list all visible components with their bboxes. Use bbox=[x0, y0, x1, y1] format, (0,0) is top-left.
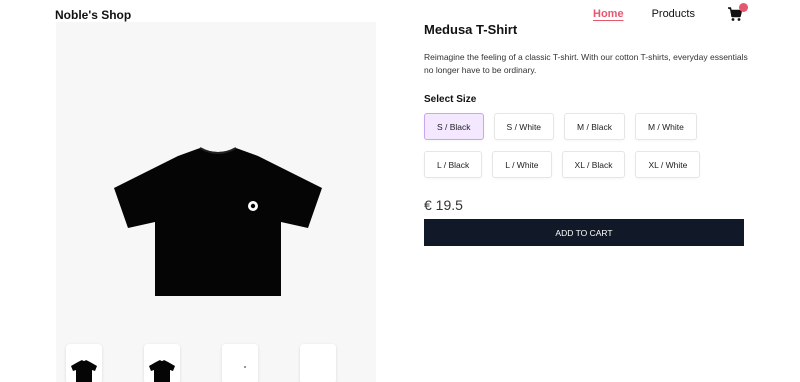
size-option-l-white[interactable]: L / White bbox=[492, 151, 552, 178]
thumbnail-black-front[interactable] bbox=[66, 344, 102, 382]
product-description: Reimagine the feeling of a classic T-shi… bbox=[424, 52, 748, 75]
brand-logo[interactable]: Noble's Shop bbox=[55, 8, 131, 22]
product-details: Medusa T-Shirt Reimagine the feeling of … bbox=[424, 22, 748, 246]
thumbnail-strip bbox=[66, 344, 378, 382]
logo-dot-icon bbox=[244, 366, 246, 368]
size-options: S / Black S / White M / Black M / White … bbox=[424, 113, 754, 189]
select-size-label: Select Size bbox=[424, 94, 477, 105]
size-option-m-black[interactable]: M / Black bbox=[564, 113, 625, 140]
product-gallery bbox=[56, 22, 376, 382]
nav-home-link[interactable]: Home bbox=[593, 8, 624, 20]
thumbnail-black-back[interactable] bbox=[144, 344, 180, 382]
thumbnail-white-back[interactable] bbox=[300, 344, 336, 382]
cart-button[interactable] bbox=[727, 3, 748, 23]
size-option-s-black[interactable]: S / Black bbox=[424, 113, 484, 140]
size-option-l-black[interactable]: L / Black bbox=[424, 151, 483, 178]
cart-count-badge bbox=[739, 3, 748, 12]
size-option-s-white[interactable]: S / White bbox=[493, 113, 555, 140]
product-main-image[interactable] bbox=[108, 142, 328, 302]
thumbnail-white-front[interactable] bbox=[222, 344, 258, 382]
product-price: € 19.5 bbox=[424, 197, 463, 213]
nav-products-link[interactable]: Products bbox=[652, 8, 695, 20]
main-nav: Home Products bbox=[593, 8, 695, 20]
size-option-xl-white[interactable]: XL / White bbox=[635, 151, 701, 178]
product-title: Medusa T-Shirt bbox=[424, 22, 518, 37]
size-option-xl-black[interactable]: XL / Black bbox=[561, 151, 626, 178]
size-option-m-white[interactable]: M / White bbox=[634, 113, 697, 140]
add-to-cart-button[interactable]: ADD TO CART bbox=[424, 219, 744, 246]
